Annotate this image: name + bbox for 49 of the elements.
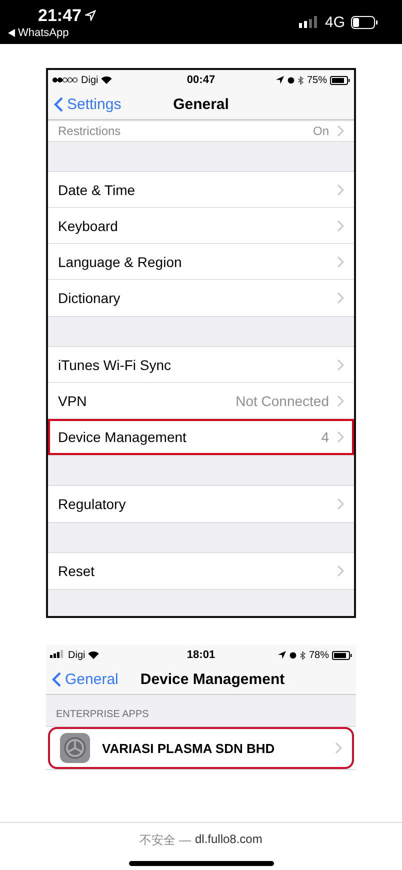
chevron-icon: [337, 394, 344, 406]
row-value: On: [312, 124, 329, 138]
back-triangle-icon[interactable]: [8, 28, 15, 36]
wifi-icon: [88, 651, 100, 659]
gear-icon: [60, 733, 90, 763]
back-button[interactable]: General: [46, 670, 124, 689]
back-chevron-icon[interactable]: [52, 672, 61, 687]
status-time: 00:47: [186, 74, 216, 86]
security-label: 不安全 —: [140, 832, 191, 849]
location-arrow-icon: [85, 10, 96, 21]
chevron-icon: [337, 358, 344, 370]
nav-title: General: [173, 96, 229, 113]
back-to-app-link[interactable]: WhatsApp: [18, 26, 69, 38]
chevron-icon: [337, 125, 344, 137]
signal-bars-icon: [50, 650, 65, 658]
carrier-name: Digi: [68, 650, 86, 660]
carrier-name: Digi: [81, 74, 98, 86]
back-chevron-icon[interactable]: [54, 97, 63, 112]
battery-percent: 78%: [308, 650, 329, 660]
back-button[interactable]: Settings: [48, 95, 128, 114]
battery-icon: [332, 650, 352, 660]
chevron-icon: [337, 431, 344, 443]
battery-percent: 75%: [306, 74, 327, 86]
chevron-icon: [337, 220, 344, 232]
status-time: 18:01: [186, 649, 216, 661]
wifi-icon: [101, 76, 112, 84]
battery-icon: [351, 16, 378, 28]
nav-title: Device Management: [140, 671, 285, 688]
url-text[interactable]: dl.fullo8.com: [194, 832, 262, 849]
settings-row[interactable]: VARIASI PLASMA SDN BHD: [48, 727, 354, 769]
signal-icon: [298, 16, 319, 28]
section-header: ENTERPRISE APPS: [55, 708, 150, 722]
location-arrow-icon: [276, 76, 284, 84]
bluetooth-icon: [298, 76, 304, 84]
location-arrow-icon: [278, 651, 286, 659]
chevron-icon: [335, 742, 342, 754]
network-type: 4G: [324, 14, 345, 30]
settings-row[interactable]: Device Management 4: [48, 419, 354, 455]
chevron-icon: [337, 565, 344, 577]
battery-icon: [330, 76, 350, 84]
chevron-icon: [337, 256, 344, 268]
clock-time: 21:47: [38, 6, 82, 26]
row-value: Not Connected: [236, 392, 329, 408]
chevron-icon: [337, 498, 344, 510]
chevron-icon: [337, 292, 344, 304]
bluetooth-icon: [300, 650, 306, 660]
row-value: 4: [321, 429, 329, 445]
signal-dots-icon: [52, 76, 78, 82]
chevron-icon: [337, 184, 344, 196]
